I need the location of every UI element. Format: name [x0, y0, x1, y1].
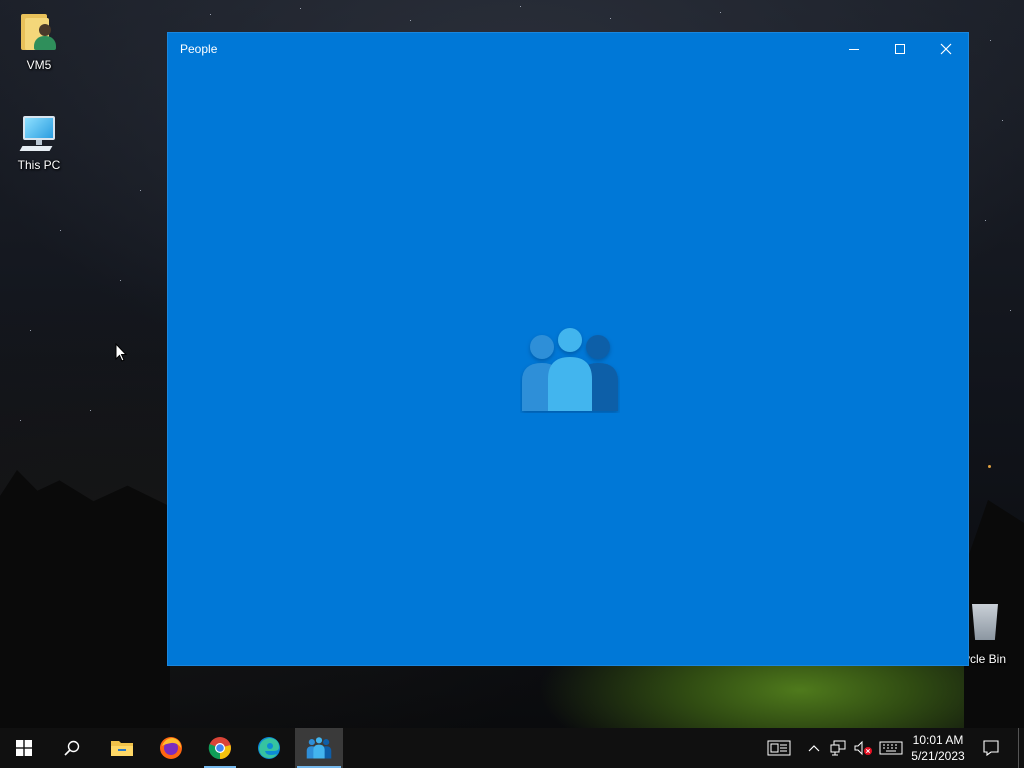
close-button[interactable] [923, 33, 969, 65]
taskbar-firefox[interactable] [147, 728, 195, 768]
desktop-icon-this-pc[interactable]: This PC [9, 110, 69, 172]
show-desktop-button[interactable] [1018, 728, 1019, 768]
maximize-button[interactable] [877, 33, 923, 65]
title-bar[interactable]: People [168, 33, 968, 65]
news-icon [767, 740, 791, 756]
search-button[interactable] [48, 728, 96, 768]
chrome-icon [208, 737, 231, 760]
windows-logo-icon [16, 740, 32, 756]
folder-icon [111, 741, 133, 756]
taskbar: 10:01 AM 5/21/2023 [0, 728, 1024, 768]
desktop-icon-recycle-bin[interactable]: ycle Bin [964, 604, 1024, 666]
people-icon [306, 737, 332, 759]
clock-date: 5/21/2023 [911, 749, 965, 763]
user-folder-icon [17, 10, 61, 54]
minimize-icon [849, 48, 859, 50]
recycle-bin-icon [972, 604, 998, 640]
people-app-window[interactable]: People [167, 32, 969, 666]
chevron-up-icon [808, 745, 820, 752]
desktop-icon-label: This PC [17, 158, 61, 172]
desktop-icon-vm5[interactable]: VM5 [9, 10, 69, 72]
taskbar-chrome[interactable] [196, 728, 244, 768]
minimize-button[interactable] [831, 33, 877, 65]
touch-keyboard-button[interactable] [878, 739, 904, 757]
network-icon [830, 740, 846, 756]
keyboard-icon [879, 741, 903, 755]
close-icon [940, 43, 952, 55]
maximize-icon [895, 44, 905, 54]
search-icon [64, 740, 80, 756]
news-button[interactable] [766, 739, 792, 757]
volume-muted-icon [854, 740, 872, 756]
edge-icon [258, 737, 280, 759]
show-hidden-icons-button[interactable] [806, 739, 822, 757]
network-button[interactable] [829, 739, 847, 757]
taskbar-people[interactable] [295, 728, 343, 768]
volume-button[interactable] [853, 739, 873, 757]
firefox-icon [160, 737, 182, 759]
mountain-silhouette [0, 470, 170, 728]
taskbar-file-explorer[interactable] [98, 728, 146, 768]
system-clock[interactable]: 10:01 AM 5/21/2023 [906, 732, 970, 764]
start-button[interactable] [0, 728, 48, 768]
window-title: People [180, 42, 218, 56]
desktop: VM5 This PC ycle Bin People [0, 0, 1024, 728]
desktop-icon-label: ycle Bin [964, 652, 1007, 666]
notification-icon [983, 740, 999, 757]
clock-time: 10:01 AM [912, 733, 964, 747]
computer-icon [17, 110, 61, 154]
people-app-icon [522, 328, 618, 411]
taskbar-edge[interactable] [245, 728, 293, 768]
mouse-cursor-icon [115, 343, 127, 362]
action-center-button[interactable] [980, 739, 1002, 757]
desktop-icon-label: VM5 [26, 58, 52, 72]
